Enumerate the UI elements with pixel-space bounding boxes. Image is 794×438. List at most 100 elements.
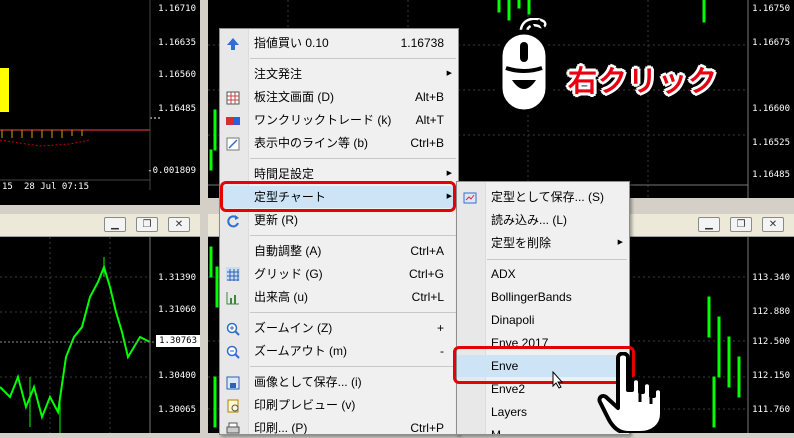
price-label: 1.16675	[752, 38, 790, 48]
menu-item-shortcut: Alt+T	[415, 113, 444, 127]
menu-separator	[250, 366, 456, 367]
grid-order-icon	[226, 90, 240, 105]
menu-item-label: 定型を削除	[491, 236, 552, 250]
menu-item-shortcut: Ctrl+G	[408, 267, 444, 281]
menu-item-label: 自動調整 (A)	[254, 244, 322, 258]
menu-item-grid[interactable]: グリッド (G) Ctrl+G	[220, 263, 458, 285]
menu-item-volumes[interactable]: 出来高 (u) Ctrl+L	[220, 286, 458, 308]
price-label: -0.001809	[147, 166, 196, 176]
menu-item-label: グリッド (G)	[254, 267, 323, 281]
menu-item-label: 更新 (R)	[254, 213, 298, 227]
price-label: 111.760	[752, 405, 790, 415]
menu-item-label: ワンクリックトレード (k)	[254, 113, 392, 127]
window-titlebar-bottom-left[interactable]: ▁ ❐ ✕	[0, 214, 200, 237]
price-label: 1.30065	[158, 405, 196, 415]
menu-item-label: ズームアウト (m)	[254, 344, 347, 358]
submenu-arrow-icon: ▶	[617, 239, 623, 246]
close-button[interactable]: ✕	[168, 217, 190, 232]
menu-item-label: M...	[491, 428, 511, 435]
menu-item-print[interactable]: 印刷... (P) Ctrl+P	[220, 417, 458, 435]
menu-item-objects-list[interactable]: 表示中のライン等 (b) Ctrl+B	[220, 132, 458, 154]
menu-item-label: BollingerBands	[491, 290, 572, 304]
menu-item-shortcut: 1.16738	[400, 36, 444, 50]
close-button[interactable]: ✕	[762, 217, 784, 232]
arrow-up-icon	[226, 36, 240, 50]
menu-item-shortcut: Ctrl+L	[411, 290, 444, 304]
minimize-button[interactable]: ▁	[698, 217, 720, 232]
pointing-hand-icon	[596, 351, 668, 435]
context-menu: 指値買い 0.10 1.16738 注文発注 ▶ 板注文画面 (D) Alt+B…	[219, 28, 459, 435]
chart-bottom-left[interactable]: 1.31390 1.31060 1.30400 1.30065 1.30763	[0, 237, 200, 433]
chart-top-left[interactable]: 1.16710 1.16635 1.16560 1.16485 -0.00180…	[0, 0, 200, 205]
submenu-item-save-template[interactable]: 定型として保存... (S)	[457, 186, 629, 208]
menu-separator	[250, 158, 456, 159]
menu-item-shortcut: -	[440, 344, 444, 358]
menu-item-refresh[interactable]: 更新 (R)	[220, 209, 458, 231]
menu-item-label: 印刷... (P)	[254, 421, 308, 435]
submenu-item-template[interactable]: Dinapoli	[457, 309, 629, 331]
price-label: 1.16635	[158, 38, 196, 48]
menu-item-label: ズームイン (Z)	[254, 321, 333, 335]
price-label: 1.30400	[158, 371, 196, 381]
restore-button[interactable]: ❐	[730, 217, 752, 232]
menu-item-label: 指値買い 0.10	[254, 36, 329, 50]
submenu-item-remove-template[interactable]: 定型を削除 ▶	[457, 232, 629, 254]
refresh-icon	[226, 213, 240, 228]
menu-item-label: 板注文画面 (D)	[254, 90, 334, 104]
menu-item-label: 印刷プレビュー (v)	[254, 398, 356, 412]
time-label: 15	[2, 182, 13, 192]
menu-item-shortcut: +	[436, 321, 444, 335]
menu-item-depth-of-market[interactable]: 板注文画面 (D) Alt+B	[220, 86, 458, 108]
menu-item-new-order[interactable]: 注文発注 ▶	[220, 63, 458, 85]
price-label: 1.16710	[158, 4, 196, 14]
menu-separator	[487, 259, 627, 260]
menu-item-zoom-out[interactable]: ズームアウト (m) -	[220, 340, 458, 362]
price-label: 1.16485	[752, 170, 790, 180]
submenu-arrow-icon: ▶	[446, 70, 452, 77]
save-image-icon	[226, 375, 240, 390]
menu-item-one-click-trading[interactable]: ワンクリックトレード (k) Alt+T	[220, 109, 458, 131]
price-label: 112.880	[752, 307, 790, 317]
price-label: 113.340	[752, 273, 790, 283]
price-label: 1.16560	[158, 70, 196, 80]
submenu-item-template[interactable]: ADX	[457, 263, 629, 285]
one-click-icon	[226, 113, 240, 127]
right-click-annotation: 右クリック	[568, 64, 719, 98]
mouse-cursor-icon	[552, 370, 564, 389]
menu-item-zoom-in[interactable]: ズームイン (Z) +	[220, 317, 458, 339]
menu-item-shortcut: Ctrl+P	[410, 421, 444, 435]
menu-separator	[250, 58, 456, 59]
price-label: 1.16750	[752, 4, 790, 14]
submenu-item-load-template[interactable]: 読み込み... (L)	[457, 209, 629, 231]
template-icon	[463, 190, 477, 204]
menu-item-label: ADX	[491, 267, 516, 281]
menu-item-label: Layers	[491, 405, 528, 419]
zoom-out-icon	[226, 344, 240, 359]
lines-icon	[226, 136, 240, 151]
restore-button[interactable]: ❐	[136, 217, 158, 232]
grid-icon	[226, 267, 240, 281]
print-preview-icon	[226, 398, 240, 413]
price-label: 1.16600	[752, 104, 790, 114]
menu-item-buy-limit[interactable]: 指値買い 0.10 1.16738	[220, 32, 458, 54]
volume-icon	[226, 290, 240, 305]
price-label: 1.31390	[158, 273, 196, 283]
menu-item-print-preview[interactable]: 印刷プレビュー (v)	[220, 394, 458, 416]
zoom-in-icon	[226, 321, 240, 336]
minimize-button[interactable]: ▁	[104, 217, 126, 232]
time-label: 28 Jul 07:15	[24, 182, 90, 192]
menu-item-label: 表示中のライン等 (b)	[254, 136, 369, 150]
menu-item-shortcut: Ctrl+A	[410, 244, 444, 258]
mouse-icon	[494, 17, 556, 118]
price-label: 1.31060	[158, 305, 196, 315]
menu-item-label: Dinapoli	[491, 313, 535, 327]
submenu-item-template[interactable]: BollingerBands	[457, 286, 629, 308]
menu-item-label: 読み込み... (L)	[491, 213, 568, 227]
menu-item-label: 画像として保存... (i)	[254, 375, 362, 389]
highlight-template-item	[220, 181, 456, 212]
menu-separator	[250, 235, 456, 236]
menu-item-autoscroll[interactable]: 自動調整 (A) Ctrl+A	[220, 240, 458, 262]
menu-item-label: 定型として保存... (S)	[491, 190, 604, 204]
menu-item-save-as-picture[interactable]: 画像として保存... (i)	[220, 371, 458, 393]
menu-item-shortcut: Alt+B	[414, 90, 444, 104]
